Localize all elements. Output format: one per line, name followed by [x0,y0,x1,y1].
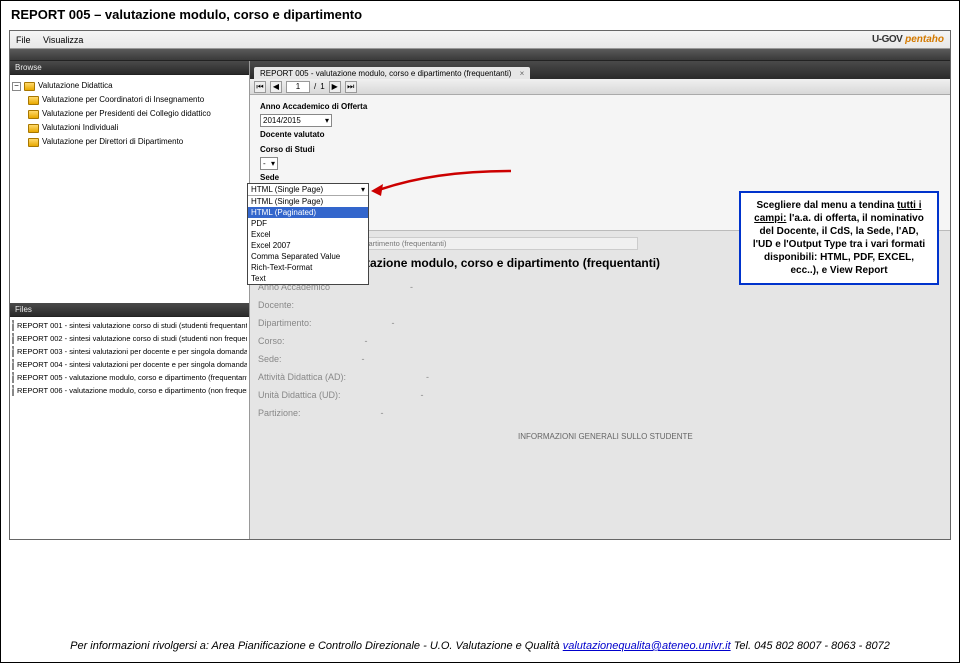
tree-item-label: Valutazione per Coordinatori di Insegnam… [42,93,204,107]
dropdown-option[interactable]: HTML (Paginated) [248,207,368,218]
dropdown-selected[interactable]: HTML (Single Page) ▾ [248,184,368,196]
annotation-callout: Scegliere dal menu a tendina tutti i cam… [739,191,939,285]
main-area: Browse − Valutazione Didattica Valutazio… [10,61,950,539]
dropdown-option[interactable]: PDF [248,218,368,229]
tree-root[interactable]: − Valutazione Didattica [12,79,247,93]
menu-file[interactable]: File [16,35,31,45]
dropdown-option[interactable]: Excel [248,229,368,240]
folder-icon [28,138,39,147]
tree-item[interactable]: Valutazioni Individuali [12,121,247,135]
menubar: File Visualizza U-GOV pentaho [10,31,950,49]
report-row: Partizione:- [258,404,942,422]
right-panel: REPORT 005 - valutazione modulo, corso e… [250,61,950,539]
files-list: REPORT 001 - sintesi valutazione corso d… [10,317,249,399]
tree-item-label: Valutazione per Presidenti dei Collegio … [42,107,211,121]
tree-item[interactable]: Valutazione per Coordinatori di Insegnam… [12,93,247,107]
file-item[interactable]: REPORT 002 - sintesi valutazione corso d… [12,332,247,345]
next-page-button[interactable]: ▶ [329,81,341,93]
chevron-down-icon: ▾ [271,157,275,171]
report-row: Sede:- [258,350,942,368]
file-icon [12,333,14,344]
page-title: REPORT 005 – valutazione modulo, corso e… [1,1,959,26]
files-header: Files [10,303,249,317]
param-docente-label: Docente valutato [260,128,940,142]
file-icon [12,320,14,331]
param-anno-select[interactable]: 2014/2015▾ [260,114,332,127]
app-window: File Visualizza U-GOV pentaho Browse − V… [9,30,951,540]
file-item[interactable]: REPORT 003 - sintesi valutazioni per doc… [12,345,247,358]
page-total: 1 [320,82,324,91]
tree-item-label: Valutazione per Direttori di Dipartiment… [42,135,183,149]
tab-bar: REPORT 005 - valutazione modulo, corso e… [250,61,950,79]
report-toolbar: ⏮ ◀ / 1 ▶ ⏭ [250,79,950,95]
file-item[interactable]: REPORT 004 - sintesi valutazioni per doc… [12,358,247,371]
dropdown-selected-label: HTML (Single Page) [251,185,323,194]
info-header: INFORMAZIONI GENERALI SULLO STUDENTE [518,432,942,441]
folder-icon [28,96,39,105]
report-row: Docente: [258,296,942,314]
left-panel: Browse − Valutazione Didattica Valutazio… [10,61,250,539]
tree-item[interactable]: Valutazione per Direttori di Dipartiment… [12,135,247,149]
report-row: Unità Didattica (UD):- [258,386,942,404]
dropdown-option[interactable]: Text [248,273,368,284]
file-icon [12,372,14,383]
report-row: Attività Didattica (AD):- [258,368,942,386]
file-label: REPORT 003 - sintesi valutazioni per doc… [17,345,247,358]
tree-root-label: Valutazione Didattica [38,79,113,93]
files-panel: Files REPORT 001 - sintesi valutazione c… [10,303,249,539]
first-page-button[interactable]: ⏮ [254,81,266,93]
annotation-arrow [371,166,511,206]
file-label: REPORT 004 - sintesi valutazioni per doc… [17,358,247,371]
chevron-down-icon: ▾ [361,185,365,194]
param-anno-label: Anno Accademico di Offerta [260,100,940,114]
report-row: Corso:- [258,332,942,350]
browse-header: Browse [10,61,249,75]
dropdown-option[interactable]: HTML (Single Page) [248,196,368,207]
dropdown-option[interactable]: Excel 2007 [248,240,368,251]
logo-ugov: U-GOV [872,34,902,45]
param-corso-label: Corso di Studi [260,143,940,157]
file-icon [12,346,14,357]
folder-icon [28,124,39,133]
logo-pentaho: pentaho [905,34,944,45]
file-label: REPORT 005 - valutazione modulo, corso e… [17,371,247,384]
page-input[interactable] [286,81,310,93]
file-item[interactable]: REPORT 001 - sintesi valutazione corso d… [12,319,247,332]
app-toolbar [10,49,950,61]
collapse-icon[interactable]: − [12,82,21,91]
last-page-button[interactable]: ⏭ [345,81,357,93]
page-sep: / [314,82,316,91]
param-corso-select[interactable]: -▾ [260,157,278,170]
prev-page-button[interactable]: ◀ [270,81,282,93]
file-icon [12,359,14,370]
tree-item-label: Valutazioni Individuali [42,121,118,135]
output-type-dropdown[interactable]: HTML (Single Page) ▾ HTML (Single Page) … [247,183,369,285]
file-label: REPORT 002 - sintesi valutazione corso d… [17,332,247,345]
file-item[interactable]: REPORT 006 - valutazione modulo, corso e… [12,384,247,397]
footer-note: Per informazioni rivolgersi a: Area Pian… [1,640,959,652]
file-label: REPORT 006 - valutazione modulo, corso e… [17,384,247,397]
dropdown-option[interactable]: Comma Separated Value [248,251,368,262]
file-icon [12,385,14,396]
browse-tree: − Valutazione Didattica Valutazione per … [10,75,249,153]
tab-label: REPORT 005 - valutazione modulo, corso e… [260,69,511,78]
chevron-down-icon: ▾ [325,114,329,128]
close-icon[interactable]: × [520,69,525,78]
file-label: REPORT 001 - sintesi valutazione corso d… [17,319,247,332]
folder-icon [28,110,39,119]
report-row: Dipartimento:- [258,314,942,332]
report-details: Anno Accademico- Docente: Dipartimento:-… [258,278,942,422]
footer-email-link[interactable]: valutazionequalita@ateneo.univr.it [563,640,731,652]
dropdown-option[interactable]: Rich-Text-Format [248,262,368,273]
menu-visualizza[interactable]: Visualizza [43,35,83,45]
tree-item[interactable]: Valutazione per Presidenti dei Collegio … [12,107,247,121]
file-item[interactable]: REPORT 005 - valutazione modulo, corso e… [12,371,247,384]
folder-icon [24,82,35,91]
logo: U-GOV pentaho [872,34,944,45]
